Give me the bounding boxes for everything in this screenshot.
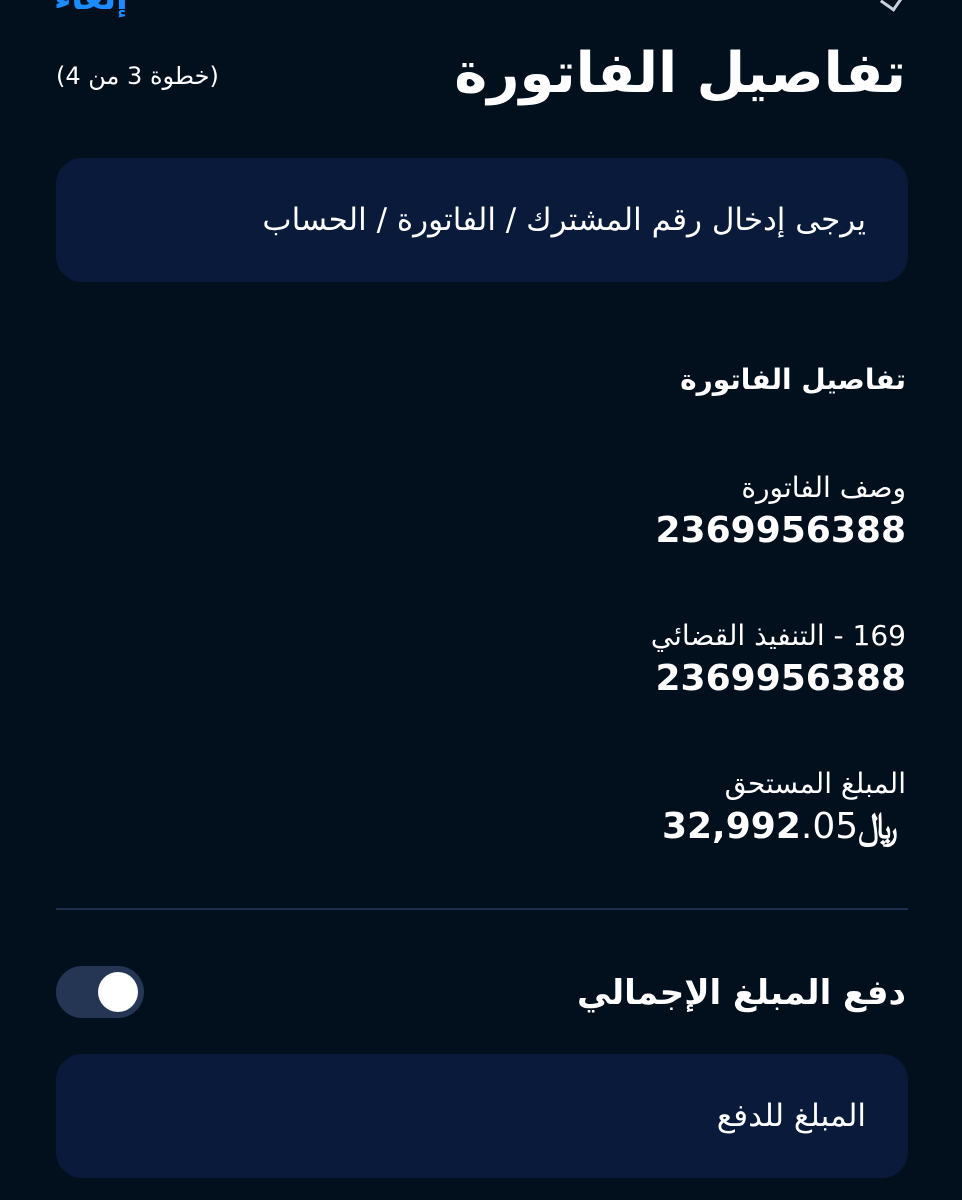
amount-due-field: المبلغ المستحق ﷼ 32,992.05 xyxy=(662,764,906,850)
amount-due-label: المبلغ المستحق xyxy=(724,767,906,800)
subscriber-number-placeholder: يرجى إدخال رقم المشترك / الفاتورة / الحس… xyxy=(262,202,866,238)
back-chevron-icon[interactable] xyxy=(879,0,908,12)
amount-due-integer: 32,992 xyxy=(661,806,801,847)
page-title: تفاصيل الفاتورة xyxy=(454,41,906,106)
bill-details-heading: تفاصيل الفاتورة xyxy=(680,363,906,396)
cancel-link[interactable]: إلغاء xyxy=(54,0,128,18)
judicial-execution-value: 2369956388 xyxy=(655,658,907,699)
amount-to-pay-placeholder: المبلغ للدفع xyxy=(716,1098,866,1134)
riyal-currency-icon: ﷼ xyxy=(858,806,898,847)
toggle-knob xyxy=(98,972,138,1012)
bill-description-field: وصف الفاتورة 2369956388 xyxy=(656,468,907,554)
amount-due-value: ﷼ 32,992.05 xyxy=(662,804,906,850)
divider xyxy=(56,908,908,910)
pay-full-amount-toggle[interactable] xyxy=(56,966,144,1018)
amount-to-pay-input[interactable]: المبلغ للدفع xyxy=(56,1054,908,1178)
judicial-execution-label: 169 - التنفيذ القضائي xyxy=(650,619,906,652)
bill-description-label: وصف الفاتورة xyxy=(741,471,906,504)
judicial-execution-field: 169 - التنفيذ القضائي 2369956388 xyxy=(651,616,906,702)
top-bar: إلغاء xyxy=(0,0,962,20)
step-indicator: (خطوة 3 من 4) xyxy=(56,62,219,90)
bill-description-value: 2369956388 xyxy=(655,510,907,551)
pay-full-amount-label: دفع المبلغ الإجمالي xyxy=(576,973,906,1013)
subscriber-number-input[interactable]: يرجى إدخال رقم المشترك / الفاتورة / الحس… xyxy=(56,158,908,282)
amount-due-decimal: .05 xyxy=(800,806,859,847)
